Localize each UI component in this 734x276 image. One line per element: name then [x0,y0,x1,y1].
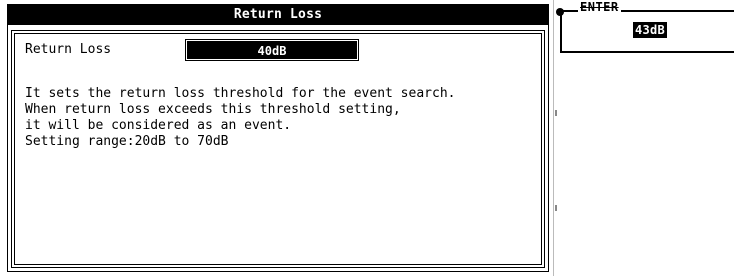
return-loss-label: Return Loss [25,42,112,57]
dialog-body: Return Loss 40dB It sets the return loss… [11,30,545,268]
description-text: It sets the return loss threshold for th… [25,86,525,150]
description-line: When return loss exceeds this threshold … [25,102,401,117]
enter-label: ENTER [578,0,621,14]
return-loss-value-field[interactable]: 40dB [185,39,359,61]
divider-tick [555,205,557,211]
dialog-body-frame: Return Loss 40dB It sets the return loss… [14,33,542,265]
dialog-title: Return Loss [8,5,548,25]
enter-value-display[interactable]: 43dB [633,22,667,38]
description-line: It sets the return loss threshold for th… [25,86,456,101]
enter-knob-icon [556,8,564,16]
description-line: it will be considered as an event. [25,118,292,133]
return-loss-dialog: Return Loss Return Loss 40dB It sets the… [7,4,549,272]
panel-divider [553,0,554,276]
description-line: Setting range:20dB to 70dB [25,134,229,149]
divider-tick [555,110,557,116]
